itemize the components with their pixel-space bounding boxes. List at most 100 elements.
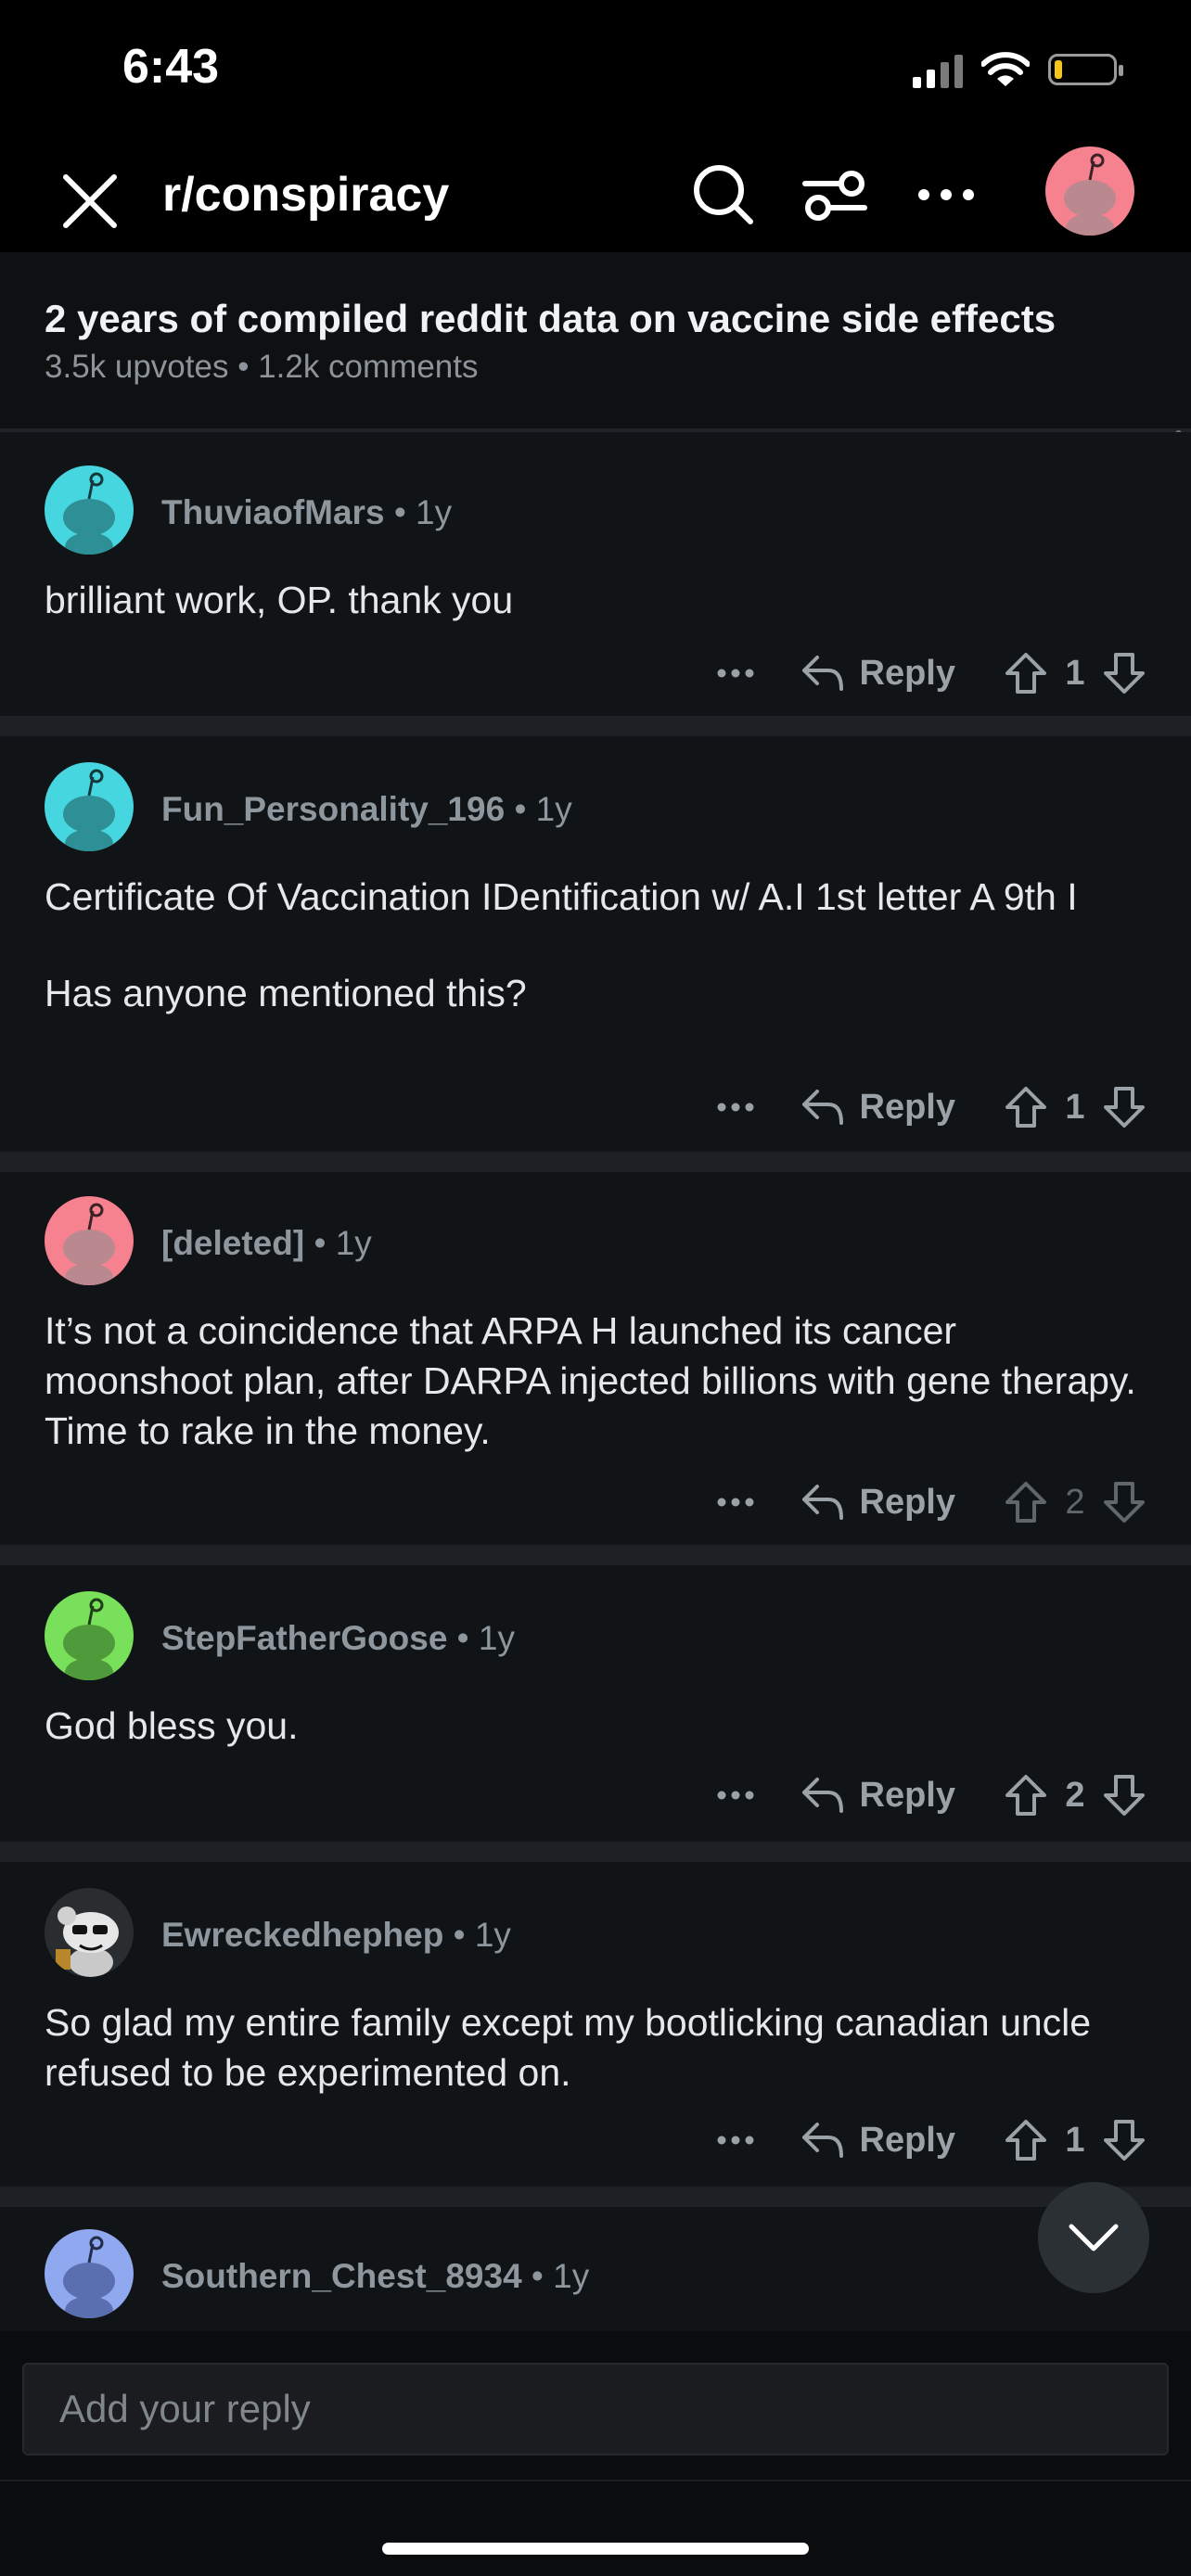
sort-filter-icon [802,171,867,221]
search-icon [694,165,753,224]
top-nav: r/conspiracy [0,139,1191,252]
comment-author[interactable]: Ewreckedhephep • 1y [161,1916,511,1955]
vote-count: 1 [1065,653,1085,693]
comment-divider [0,1545,1191,1565]
more-options-button[interactable] [715,1103,756,1112]
vote-control: 1 [1004,2118,1146,2162]
reply-button[interactable]: Reply [800,1776,955,1816]
more-options-button[interactable] [715,2136,756,2145]
reply-arrow-icon [801,1485,843,1520]
comment-age: • 1y [304,1224,372,1262]
reply-button[interactable]: Reply [800,654,955,694]
battery-icon [1048,54,1123,85]
next-comment-button[interactable] [1038,2182,1149,2293]
close-icon [63,174,117,228]
more-horizontal-icon [717,669,754,678]
avatar[interactable] [45,2229,134,2318]
more-horizontal-icon [717,1103,754,1112]
snoo-avatar-icon [63,769,115,851]
vote-control: 1 [1004,1085,1146,1129]
vote-control: 2 [1004,1773,1146,1817]
comment-body: brilliant work, OP. thank you [45,579,514,621]
comment-divider [0,716,1191,736]
more-options-button[interactable] [909,158,983,232]
comment-age: • 1y [384,493,453,531]
status-bar: 6:43 [0,0,1191,139]
avatar[interactable] [45,762,134,851]
wifi-icon [981,52,1030,86]
reply-arrow-icon [801,1778,843,1813]
reply-arrow-icon [801,1090,843,1125]
reply-button[interactable]: Reply [800,1088,955,1128]
comment-age: • 1y [447,1619,515,1657]
comment-age: • 1y [505,790,572,828]
post-header[interactable]: 2 years of compiled reddit data on vacci… [0,252,1191,432]
post-meta: 3.5k upvotes • 1.2k comments [45,349,479,385]
comment-body: It’s not a coincidence that ARPA H launc… [45,1309,1136,1452]
home-indicator[interactable] [382,2543,809,2555]
comment: ThuviaofMars • 1y brilliant work, OP. th… [0,432,1191,716]
more-options-button[interactable] [715,1791,756,1800]
more-options-button[interactable] [715,1498,756,1507]
snoo-avatar-icon [63,1598,115,1680]
user-avatar[interactable] [1045,147,1134,236]
comment-author[interactable]: Southern_Chest_8934 • 1y [161,2257,589,2296]
upvote-icon[interactable] [1004,1773,1048,1817]
comment: Ewreckedhephep • 1y So glad my entire fa… [0,1862,1191,2187]
downvote-icon[interactable] [1102,651,1146,695]
comment-body: So glad my entire family except my bootl… [45,2001,1092,2094]
more-horizontal-icon [717,1498,754,1507]
search-button[interactable] [686,158,761,232]
reply-input[interactable]: Add your reply [22,2363,1169,2455]
avatar[interactable] [45,1196,134,1285]
more-horizontal-icon [918,189,974,200]
comment: Fun_Personality_196 • 1y Certificate Of … [0,736,1191,1152]
comment-author[interactable]: [deleted] • 1y [161,1224,372,1263]
vote-control: 1 [1004,651,1146,695]
comment: [deleted] • 1y It’s not a coincidence th… [0,1172,1191,1545]
comment-author[interactable]: ThuviaofMars • 1y [161,493,452,532]
cellular-signal-icon [913,51,963,88]
reply-button[interactable]: Reply [800,2121,955,2161]
avatar[interactable] [45,1888,134,1977]
downvote-icon[interactable] [1102,1773,1146,1817]
upvote-icon[interactable] [1004,1085,1048,1129]
status-time: 6:43 [122,40,220,94]
comment-author[interactable]: StepFatherGoose • 1y [161,1619,515,1658]
reply-button[interactable]: Reply [800,1483,955,1523]
divider [0,2480,1191,2481]
comment-body: God bless you. [45,1704,299,1747]
subreddit-name[interactable]: r/conspiracy [162,167,449,223]
avatar[interactable] [45,1591,134,1680]
comment-actions: Reply 2 [715,1474,1146,1530]
snoo-avatar-icon [63,1203,115,1285]
custom-snoo-avatar-icon [56,1906,119,1977]
vote-count: 2 [1065,1482,1085,1522]
vote-count: 1 [1065,1087,1085,1127]
comment-author[interactable]: Fun_Personality_196 • 1y [161,790,572,829]
more-horizontal-icon [717,2136,754,2145]
vote-control: 2 [1004,1480,1146,1524]
comment-actions: Reply 1 [715,645,1146,701]
comment: StepFatherGoose • 1y God bless you. Repl… [0,1565,1191,1842]
close-button[interactable] [48,159,132,243]
upvote-icon[interactable] [1004,2118,1048,2162]
vote-count: 1 [1065,2120,1085,2160]
more-options-button[interactable] [715,669,756,678]
comment-age: • 1y [443,1916,511,1954]
avatar[interactable] [45,465,134,555]
snoo-avatar-icon [63,2236,115,2318]
comment-actions: Reply 2 [715,1767,1146,1823]
downvote-icon[interactable] [1102,2118,1146,2162]
downvote-icon[interactable] [1102,1480,1146,1524]
comment-actions: Reply 1 [715,1079,1146,1135]
sort-filter-button[interactable] [798,158,872,232]
downvote-icon[interactable] [1102,1085,1146,1129]
upvote-icon[interactable] [1004,1480,1048,1524]
comment-age: • 1y [521,2257,590,2295]
vote-count: 2 [1065,1775,1085,1815]
upvote-icon[interactable] [1004,651,1048,695]
post-title: 2 years of compiled reddit data on vacci… [45,297,1057,340]
comment-divider [0,2187,1191,2207]
reply-arrow-icon [801,2123,843,2158]
